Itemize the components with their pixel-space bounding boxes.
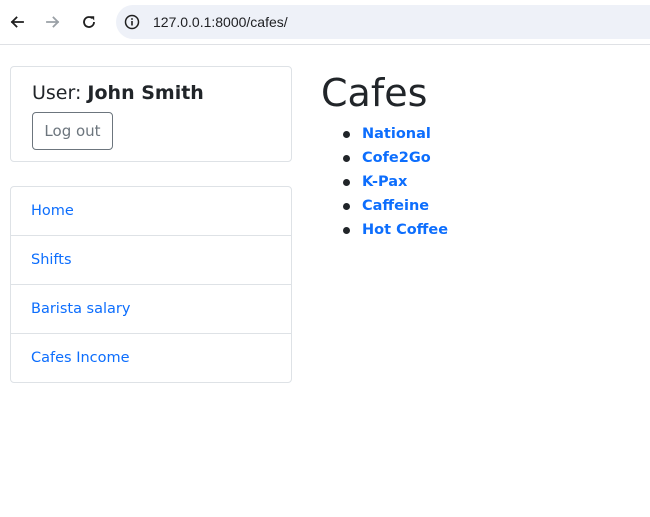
list-item: K-Pax [340,170,448,194]
sidebar-nav: Home Shifts Barista salary Cafes Income [10,186,292,383]
cafe-link-k-pax[interactable]: K-Pax [362,174,407,190]
user-card: User: John Smith Log out [10,66,292,162]
sidebar-item-label[interactable]: Barista salary [31,300,130,318]
list-item: National [340,122,448,146]
user-greeting: User: John Smith [32,81,204,105]
logout-button[interactable]: Log out [32,112,113,150]
cafe-link-caffeine[interactable]: Caffeine [362,198,429,214]
forward-button[interactable] [41,10,65,34]
sidebar-item-home[interactable]: Home [11,187,291,236]
arrow-right-icon [46,16,60,28]
address-bar[interactable]: 127.0.0.1:8000/cafes/ [116,5,650,39]
back-button[interactable] [5,10,29,34]
info-circle-icon[interactable] [124,14,140,30]
reload-button[interactable] [77,10,101,34]
cafe-list: National Cofe2Go K-Pax Caffeine Hot Coff… [340,122,448,242]
user-name: John Smith [87,82,204,104]
sidebar-item-barista-salary[interactable]: Barista salary [11,285,291,334]
cafe-link-national[interactable]: National [362,126,431,142]
list-item: Hot Coffee [340,218,448,242]
list-item: Caffeine [340,194,448,218]
sidebar-item-label[interactable]: Shifts [31,251,72,269]
sidebar-item-label[interactable]: Home [31,202,74,220]
browser-toolbar: 127.0.0.1:8000/cafes/ [0,0,650,45]
reload-icon [83,16,95,28]
arrow-left-icon [10,16,24,28]
sidebar-item-label[interactable]: Cafes Income [31,349,130,367]
sidebar-item-cafes-income[interactable]: Cafes Income [11,334,291,382]
list-item: Cofe2Go [340,146,448,170]
page-title: Cafes [321,71,428,115]
sidebar-item-shifts[interactable]: Shifts [11,236,291,285]
cafe-link-cofe2go[interactable]: Cofe2Go [362,150,431,166]
cafe-link-hot-coffee[interactable]: Hot Coffee [362,222,448,238]
user-label: User: [32,82,88,104]
url-text[interactable]: 127.0.0.1:8000/cafes/ [153,14,288,30]
